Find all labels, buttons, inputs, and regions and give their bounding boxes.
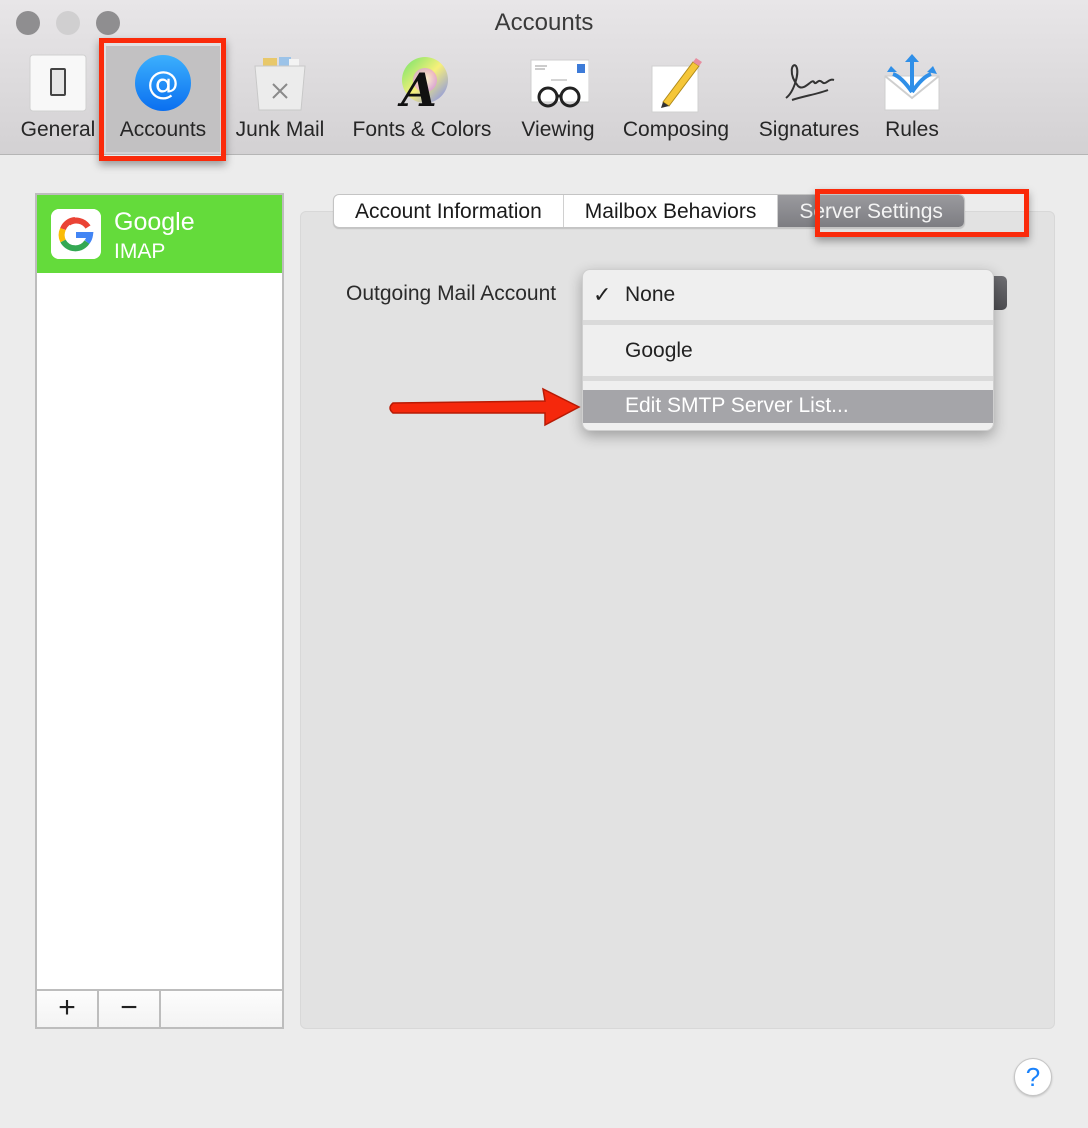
rules-envelope-icon (884, 54, 940, 111)
menu-item-label: Edit SMTP Server List... (625, 394, 849, 417)
menu-item-label: None (625, 283, 676, 306)
help-button[interactable]: ? (1014, 1058, 1052, 1096)
junk-trash-icon (254, 57, 306, 111)
toolbar-label: Fonts & Colors (352, 118, 492, 141)
signature-icon (785, 64, 835, 101)
menu-separator (583, 376, 993, 381)
toolbar-label: Rules (885, 118, 939, 141)
menu-item-edit-smtp-server-list[interactable]: Edit SMTP Server List... (583, 390, 993, 423)
tab-account-information[interactable]: Account Information (334, 195, 564, 227)
toolbar-item-rules[interactable]: Rules (876, 46, 948, 152)
add-account-button[interactable]: + (37, 991, 99, 1027)
toolbar-item-junk-mail[interactable]: Junk Mail (228, 46, 332, 152)
toolbar-item-composing[interactable]: Composing (612, 46, 740, 152)
account-row-google[interactable]: Google IMAP (37, 195, 282, 273)
tab-mailbox-behaviors[interactable]: Mailbox Behaviors (564, 195, 779, 227)
google-g-icon (51, 209, 101, 259)
window-title: Accounts (494, 9, 594, 36)
toolbar-item-fonts-colors[interactable]: A Fonts & Colors (340, 46, 504, 152)
menu-item-label: Google (625, 339, 693, 362)
fonts-colors-icon: A (397, 57, 448, 114)
toolbar-label: Junk Mail (235, 118, 325, 141)
general-switch-icon (29, 54, 87, 112)
toolbar-item-general[interactable]: General (14, 46, 102, 152)
outgoing-mail-account-label: Outgoing Mail Account (346, 282, 557, 305)
accounts-highlight-box (99, 38, 226, 161)
menu-item-none[interactable]: ✓ None (583, 273, 993, 317)
toolbar-item-viewing[interactable]: Viewing (512, 46, 604, 152)
checkmark-icon: ✓ (593, 282, 612, 307)
viewing-glasses-icon (530, 59, 589, 108)
svg-text:A: A (397, 63, 437, 114)
toolbar-label: Viewing (521, 118, 595, 141)
toolbar-label: Composing (622, 118, 730, 141)
menu-separator (583, 320, 993, 325)
outgoing-account-menu: ✓ None Google Edit SMTP Server List... (582, 269, 994, 431)
composing-pencil-icon (651, 58, 702, 113)
red-arrow-annotation (389, 387, 581, 427)
accounts-list: Google IMAP + − (35, 193, 284, 1029)
remove-account-button[interactable]: − (99, 991, 161, 1027)
server-settings-highlight-box (815, 189, 1029, 237)
account-name: Google (114, 208, 195, 236)
toolbar-label: General (20, 118, 96, 141)
toolbar-label: Signatures (758, 118, 860, 141)
toolbar-item-signatures[interactable]: Signatures (748, 46, 870, 152)
menu-item-google[interactable]: Google (583, 329, 993, 373)
accounts-list-footer: + − (37, 989, 282, 1027)
account-type: IMAP (114, 240, 166, 263)
